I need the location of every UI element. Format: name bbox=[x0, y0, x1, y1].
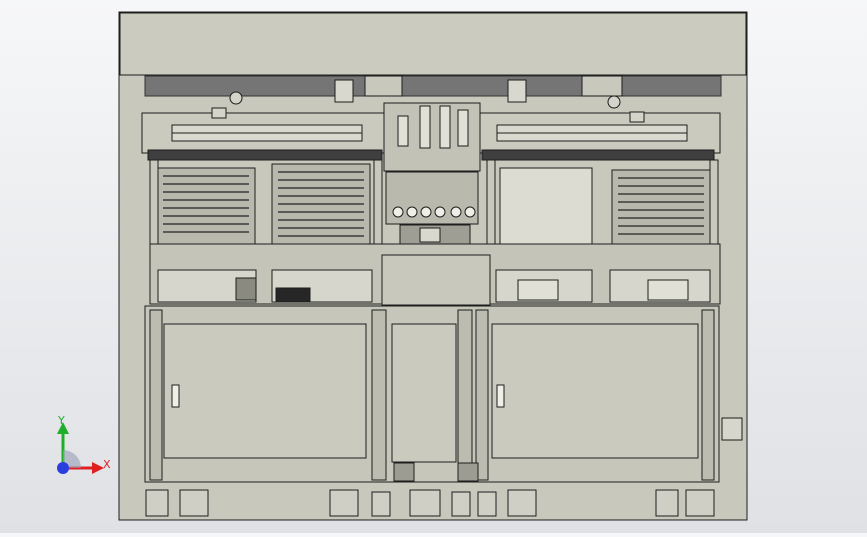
triad-y-label: Y bbox=[58, 414, 65, 427]
cabinet-window bbox=[499, 167, 593, 245]
fan-unit-3 bbox=[611, 169, 711, 245]
coordinate-triad bbox=[57, 422, 104, 474]
side-panel bbox=[721, 417, 743, 441]
z-axis-dot bbox=[57, 462, 69, 474]
top-beam bbox=[119, 12, 747, 76]
cabinet-door-left bbox=[163, 323, 367, 459]
upper-band bbox=[144, 75, 722, 97]
triad-x-label: X bbox=[103, 458, 111, 471]
fan-unit-1 bbox=[156, 167, 256, 245]
cabinet-door-right bbox=[491, 323, 699, 459]
cad-model-viewport[interactable]: X Y bbox=[0, 0, 867, 533]
machine-drawing bbox=[118, 11, 748, 521]
cabinet-door-center bbox=[391, 323, 457, 463]
